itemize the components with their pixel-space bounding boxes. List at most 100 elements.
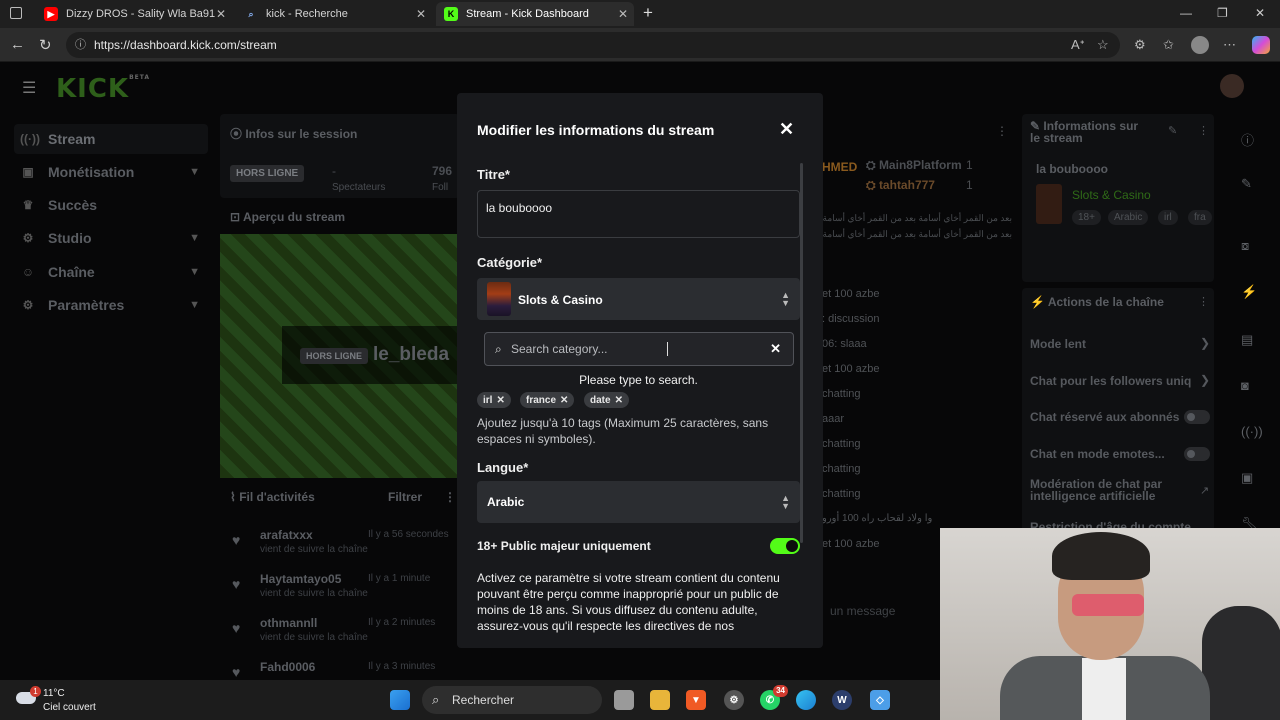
kick-logo[interactable]: KICKBETA xyxy=(56,74,150,104)
emote-mode-toggle[interactable] xyxy=(1184,447,1210,461)
tab-actions-icon[interactable] xyxy=(10,7,22,19)
category-search-input[interactable] xyxy=(511,339,761,359)
stream-info-title-value: la bouboooo xyxy=(1036,162,1108,176)
chevron-right-icon: ❯ xyxy=(1200,336,1211,350)
broadcast-icon[interactable]: ((·)) xyxy=(1241,424,1263,439)
chat-message: chatting xyxy=(822,488,861,500)
modal-scrollbar[interactable] xyxy=(800,163,803,543)
app-icon[interactable]: ◇ xyxy=(870,690,890,710)
sidebar-item-parametres[interactable]: ⚙ Paramètres ▼ xyxy=(14,290,208,320)
sidebar-item-stream[interactable]: ((·)) Stream xyxy=(14,124,208,154)
close-tab-icon[interactable]: ✕ xyxy=(416,7,426,21)
offline-badge: HORS LIGNE xyxy=(230,165,305,182)
edit-icon[interactable]: ✎ xyxy=(1241,176,1252,192)
task-view-icon[interactable] xyxy=(614,690,634,710)
subscribers-only-chat-item: Chat réservé aux abonnés xyxy=(1030,410,1180,424)
slow-mode-item[interactable]: Mode lent xyxy=(1030,337,1086,351)
activity-filter-button[interactable]: Filtrer xyxy=(388,490,422,504)
language-select-value: Arabic xyxy=(487,495,525,509)
stream-info-more-icon[interactable]: ⋮ xyxy=(1198,124,1209,137)
tab-youtube[interactable]: ▶ Dizzy DROS - Sality Wla Ba91 (Offi ✕ xyxy=(36,2,232,26)
favorites-icon[interactable]: ✩ xyxy=(1163,37,1174,53)
chat-user-1-count: 1 xyxy=(966,158,973,172)
document-icon[interactable]: ▤ xyxy=(1241,332,1253,348)
edge-icon[interactable] xyxy=(796,690,816,710)
taskbar-search[interactable]: ⌕ Rechercher xyxy=(422,686,602,714)
settings-app-icon[interactable]: ⚙ xyxy=(724,690,744,710)
close-tab-icon[interactable]: ✕ xyxy=(618,7,628,21)
sidebar-item-succes[interactable]: ♛ Succès xyxy=(14,190,208,220)
tab-search[interactable]: ⌕ kick - Recherche ✕ xyxy=(236,2,432,26)
trophy-icon: ♛ xyxy=(22,198,34,212)
site-info-icon[interactable]: ⓘ xyxy=(75,32,86,58)
chat-user-1: ⛭ Main8Platform xyxy=(866,158,962,172)
camera-icon[interactable]: ⧇ xyxy=(1241,238,1249,254)
address-bar: ← ↻ ⓘ https://dashboard.kick.com/stream … xyxy=(0,28,1280,62)
close-tab-icon[interactable]: ✕ xyxy=(216,7,226,21)
ai-moderation-item[interactable]: Modération de chat par intelligence arti… xyxy=(1030,478,1180,502)
edit-icon[interactable]: ✎ xyxy=(1168,124,1177,137)
mature-label: 18+ Public majeur uniquement xyxy=(477,539,651,553)
stream-info-tag: Arabic xyxy=(1108,210,1149,225)
screen-icon[interactable]: ▣ xyxy=(1241,470,1253,486)
chat-bubble-icon[interactable]: ◙ xyxy=(1241,378,1249,393)
chat-user-2-count: 1 xyxy=(966,178,973,192)
windows-start-icon[interactable] xyxy=(390,690,410,710)
heart-icon: ♥ xyxy=(232,620,241,636)
remove-tag-icon[interactable]: ✕ xyxy=(560,395,568,406)
title-input[interactable]: la bouboooo xyxy=(477,190,800,238)
back-arrow-icon[interactable]: ← xyxy=(10,36,25,53)
brave-icon[interactable]: ▼ xyxy=(686,690,706,710)
refresh-icon[interactable]: ↻ xyxy=(39,36,52,54)
favorite-star-icon[interactable]: ☆ xyxy=(1097,37,1109,53)
close-icon[interactable]: ✕ xyxy=(779,119,794,140)
stream-info-tag: fra xyxy=(1188,210,1212,225)
copilot-icon[interactable] xyxy=(1252,36,1270,54)
file-explorer-icon[interactable] xyxy=(650,690,670,710)
chat-message: chatting xyxy=(822,463,861,475)
windows-taskbar: 1 11°C Ciel couvert ⌕ Rechercher ▼ ⚙ ✆ 34… xyxy=(0,680,940,720)
extensions-icon[interactable]: ⚙ xyxy=(1134,37,1146,53)
whatsapp-icon[interactable]: ✆ 34 xyxy=(760,685,788,710)
external-link-icon: ↗ xyxy=(1200,485,1210,497)
user-avatar[interactable] xyxy=(1220,74,1244,98)
followers-only-chat-item[interactable]: Chat pour les followers uniq xyxy=(1030,374,1192,388)
read-aloud-icon[interactable]: Aᐩ xyxy=(1071,37,1085,53)
webcam-overlay xyxy=(940,528,1280,720)
activity-more-icon[interactable]: ⋮ xyxy=(444,490,456,504)
stream-info-tag: irl xyxy=(1158,210,1178,225)
channel-actions-more-icon[interactable]: ⋮ xyxy=(1198,295,1209,308)
info-icon[interactable]: ⓘ xyxy=(1241,130,1254,149)
remove-tag-icon[interactable]: ✕ xyxy=(496,395,504,406)
chat-message: chatting xyxy=(822,438,861,450)
sidebar-item-studio[interactable]: ⚙ Studio ▼ xyxy=(14,223,208,253)
profile-icon[interactable] xyxy=(1191,36,1209,54)
category-label: Catégorie* xyxy=(477,255,543,270)
more-options-icon[interactable]: ⋯ xyxy=(1223,37,1236,53)
url-field[interactable]: ⓘ https://dashboard.kick.com/stream xyxy=(66,32,1120,58)
preview-channel-name: le_bleda xyxy=(373,344,450,365)
tab-kick-dashboard[interactable]: K Stream - Kick Dashboard ✕ xyxy=(436,2,634,26)
language-select[interactable]: Arabic ▲ ▼ xyxy=(477,481,800,523)
mature-toggle[interactable] xyxy=(770,538,800,554)
tags-help-text: Ajoutez jusqu'à 10 tags (Maximum 25 cara… xyxy=(477,416,769,446)
remove-tag-icon[interactable]: ✕ xyxy=(615,395,623,406)
sidebar-item-monetisation[interactable]: ▣ Monétisation ▼ xyxy=(14,157,208,187)
minimize-icon[interactable]: — xyxy=(1180,6,1192,20)
wordpad-icon[interactable]: W xyxy=(832,690,852,710)
category-select[interactable]: Slots & Casino ▲ ▼ xyxy=(477,278,800,320)
clear-search-icon[interactable]: ✕ xyxy=(770,341,781,357)
close-window-icon[interactable]: ✕ xyxy=(1255,6,1265,20)
hamburger-menu-icon[interactable]: ☰ xyxy=(22,78,36,98)
activity-item: ♥ arafatxxx Il y a 56 secondes vient de … xyxy=(232,528,449,555)
maximize-icon[interactable]: ❐ xyxy=(1217,6,1228,20)
chat-input[interactable]: un message xyxy=(830,604,895,618)
chat-more-icon[interactable]: ⋮ xyxy=(996,124,1008,138)
stream-info-panel: ✎ Informations sur le stream ✎ ⋮ la boub… xyxy=(1022,114,1214,282)
sunglasses xyxy=(1072,594,1144,616)
new-tab-button[interactable]: + xyxy=(643,3,653,23)
sidebar-item-chaine[interactable]: ☺ Chaîne ▼ xyxy=(14,257,208,287)
lightning-icon[interactable]: ⚡ xyxy=(1241,284,1257,300)
tag-chip-france: france ✕ xyxy=(520,392,575,408)
subscribers-only-toggle[interactable] xyxy=(1184,410,1210,424)
